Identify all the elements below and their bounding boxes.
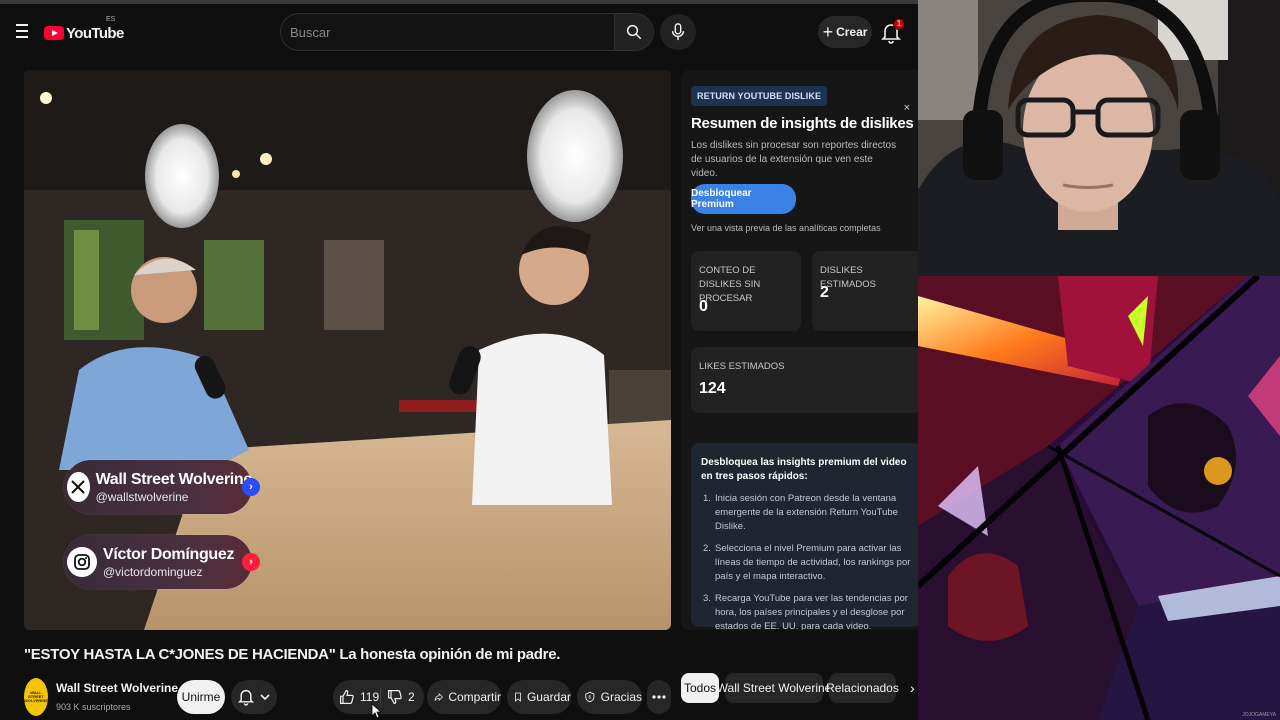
chevron-down-icon xyxy=(260,694,270,701)
subscription-bell-button[interactable] xyxy=(231,680,277,714)
create-label: Crear xyxy=(836,25,868,39)
logo-text: YouTube xyxy=(66,24,124,42)
overlay-name: Wall Street Wolverine xyxy=(95,471,253,488)
premium-steps-box: Desbloquea las insights premium del vide… xyxy=(691,443,918,630)
share-label: Compartir xyxy=(448,690,501,704)
bookmark-icon xyxy=(515,692,521,702)
instagram-overlay: Víctor Domínguez @victordominguez › xyxy=(64,535,260,589)
video-player[interactable]: Wall Street Wolverine @wallstwolverine ›… xyxy=(24,70,671,630)
thanks-button[interactable]: $ Gracias xyxy=(577,680,642,714)
raw-dislikes-card: CONTEO DE DISLIKES SIN PROCESAR 0 xyxy=(691,251,801,331)
list-item: 2. Selecciona el nivel Premium para activ… xyxy=(703,543,911,582)
watermark: JOJOGAMEYA xyxy=(1242,712,1276,718)
subscriber-count: 903 K suscriptores xyxy=(56,702,131,712)
overlay-handle: @wallstwolverine xyxy=(95,490,189,504)
steps-list: 1. Inicia sesión con Patreon desde la ven… xyxy=(701,492,911,630)
menu-icon[interactable] xyxy=(10,20,34,44)
dislike-count: 2 xyxy=(408,690,415,704)
bell-icon xyxy=(238,689,254,706)
notifications-button[interactable]: 1 xyxy=(879,17,907,47)
youtube-logo[interactable]: YouTube ES xyxy=(44,16,124,44)
x-overlay: Wall Street Wolverine @wallstwolverine › xyxy=(64,460,260,514)
webcam-feed xyxy=(918,0,1280,276)
instagram-icon xyxy=(67,547,97,577)
estimated-likes-value: 124 xyxy=(699,380,726,397)
x-icon xyxy=(67,472,90,502)
steps-title: Desbloquea las insights premium del vide… xyxy=(701,457,907,482)
voice-search-button[interactable] xyxy=(660,14,696,50)
chip-channel[interactable]: Wall Street Wolverine xyxy=(717,673,831,703)
channel-name[interactable]: Wall Street Wolverine xyxy=(56,681,192,695)
search-icon xyxy=(626,24,642,40)
chip-all[interactable]: Todos xyxy=(681,673,719,703)
avatar[interactable]: WALL STREET WOLVERINE xyxy=(24,678,48,716)
save-button[interactable]: Guardar xyxy=(507,680,571,714)
chip-related[interactable]: Relacionados xyxy=(826,673,899,703)
save-label: Guardar xyxy=(526,690,571,704)
chevron-right-icon: › xyxy=(242,478,260,496)
country-code: ES xyxy=(106,16,116,23)
raw-dislikes-label: CONTEO DE DISLIKES SIN PROCESAR xyxy=(699,265,761,304)
more-horizontal-icon xyxy=(652,695,666,699)
search-bar: Buscar xyxy=(280,13,654,51)
thumbs-down-icon xyxy=(388,690,402,705)
join-button[interactable]: Unirme xyxy=(177,680,225,714)
estimated-likes-card: LIKES ESTIMADOS 124 xyxy=(691,347,918,413)
share-icon xyxy=(434,692,443,702)
ryd-panel: RETURN YOUTUBE DISLIKE × Resumen de insi… xyxy=(681,70,918,630)
game-panel: JOJOGAMEYA xyxy=(918,276,1280,720)
overlay-name: Víctor Domínguez xyxy=(103,546,235,563)
youtube-window: YouTube ES Buscar + Crear 1 Wall Street … xyxy=(0,0,918,720)
overlay-handle: @victordominguez xyxy=(103,565,203,579)
thanks-label: Gracias xyxy=(600,690,642,704)
unlock-premium-button[interactable]: Desbloquear Premium xyxy=(691,184,796,214)
ryd-badge: RETURN YOUTUBE DISLIKE xyxy=(691,86,828,106)
masthead: YouTube ES Buscar + Crear 1 xyxy=(0,8,918,56)
like-count: 119 xyxy=(360,690,380,704)
estimated-likes-label: LIKES ESTIMADOS xyxy=(699,361,785,372)
more-actions-button[interactable] xyxy=(647,680,671,714)
plus-icon: + xyxy=(822,22,834,42)
chevron-right-icon[interactable]: › xyxy=(910,680,915,696)
ryd-title: Resumen de insights de dislikes xyxy=(691,115,914,132)
close-icon[interactable]: × xyxy=(904,102,910,114)
channel-name-text: Wall Street Wolverine xyxy=(56,681,179,695)
estimated-dislikes-label: DISLIKES ESTIMADOS xyxy=(820,265,876,290)
search-input[interactable]: Buscar xyxy=(280,13,615,51)
dislike-button[interactable]: 2 xyxy=(383,680,424,714)
thumbs-up-icon xyxy=(340,689,354,704)
preview-analytics-link[interactable]: Ver una vista previa de las analíticas c… xyxy=(691,223,881,233)
chevron-right-icon: › xyxy=(242,553,260,571)
video-title: "ESTOY HASTA LA C*JONES DE HACIENDA" La … xyxy=(24,646,561,663)
ryd-description: Los dislikes sin procesar son reportes d… xyxy=(691,140,897,179)
list-item: 1. Inicia sesión con Patreon desde la ven… xyxy=(703,493,898,532)
browser-top-strip xyxy=(0,0,918,4)
search-button[interactable] xyxy=(614,13,654,51)
youtube-play-icon xyxy=(44,26,64,40)
list-item: 3. Recarga YouTube para ver las tendencia… xyxy=(703,593,908,630)
game-artwork xyxy=(918,276,1280,720)
notification-badge: 1 xyxy=(893,18,905,30)
raw-dislikes-value: 0 xyxy=(699,298,708,315)
webcam-image xyxy=(918,0,1280,276)
create-button[interactable]: + Crear xyxy=(818,16,872,48)
estimated-dislikes-value: 2 xyxy=(820,284,829,301)
super-thanks-icon: $ xyxy=(585,691,595,703)
mouse-cursor-icon xyxy=(371,703,381,719)
estimated-dislikes-card: DISLIKES ESTIMADOS 2 xyxy=(812,251,918,331)
microphone-icon xyxy=(671,23,685,41)
svg-text:$: $ xyxy=(589,695,592,700)
share-button[interactable]: Compartir xyxy=(427,680,501,714)
